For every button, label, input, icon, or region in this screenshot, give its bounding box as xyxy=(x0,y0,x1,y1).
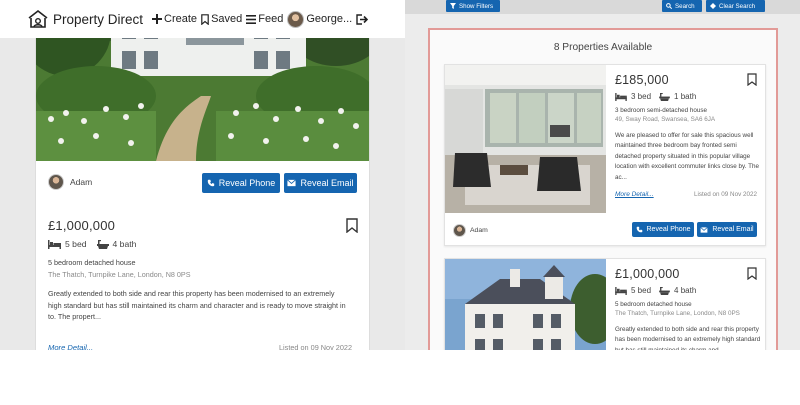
more-detail-link[interactable]: More Detail... xyxy=(615,191,654,198)
bath-icon xyxy=(96,239,109,249)
listing-meta: 5 bed 4 bath xyxy=(48,239,136,249)
bath-count: 1 bath xyxy=(674,92,697,101)
envelope-icon xyxy=(287,179,297,187)
bath-icon xyxy=(659,92,670,101)
agent-info: Adam xyxy=(48,174,92,190)
property-address: The Thatch, Turnpike Lane, London, N8 0P… xyxy=(48,270,191,279)
bath-count: 4 bath xyxy=(674,286,697,295)
top-navbar: Property Direct Create Saved Feed George… xyxy=(0,0,405,38)
brand-name: Property Direct xyxy=(53,11,144,27)
house-logo-icon xyxy=(28,9,48,28)
menu-icon xyxy=(246,14,257,24)
nav-create-label: Create xyxy=(164,13,198,25)
search-button[interactable]: Search xyxy=(662,0,702,12)
living-room-image xyxy=(445,65,606,213)
bed-count: 3 bed xyxy=(631,92,652,101)
agent-name: Adam xyxy=(70,177,93,187)
bookmark-icon[interactable] xyxy=(346,218,358,233)
reveal-email-label: Reveal Email xyxy=(300,178,354,188)
listed-date: Listed on 09 Nov 2022 xyxy=(694,191,758,198)
bed-icon xyxy=(615,92,627,101)
property-address: 49, Sway Road, Swansea, SA6 6JA xyxy=(615,116,716,123)
nav-saved[interactable]: Saved xyxy=(201,13,242,25)
results-count-title: 8 Properties Available xyxy=(553,42,653,53)
reveal-email-button[interactable]: Reveal Email xyxy=(284,173,357,193)
reveal-phone-button[interactable]: Reveal Phone xyxy=(632,222,694,237)
property-description: We are pleased to offer for sale this sp… xyxy=(615,132,759,181)
bed-count: 5 bed xyxy=(631,286,652,295)
reveal-phone-label: Reveal Phone xyxy=(646,226,691,233)
bed-icon xyxy=(615,286,627,295)
eraser-icon xyxy=(710,3,716,9)
clear-search-label: Clear Search xyxy=(719,2,756,10)
phone-icon xyxy=(207,179,214,187)
logout-icon xyxy=(356,13,369,25)
listing-card: £185,000 3 bed 1 bath 3 bedroom semi-det… xyxy=(444,64,766,246)
reveal-phone-button[interactable]: Reveal Phone xyxy=(202,173,280,193)
show-filters-button[interactable]: Show Filters xyxy=(446,0,500,12)
listing-price: £185,000 xyxy=(615,73,669,87)
agent-info: Adam xyxy=(453,224,488,237)
nav-saved-label: Saved xyxy=(211,13,243,25)
property-photo[interactable] xyxy=(445,259,606,350)
desktop-view: Show Filters Search Clear Search 8 Prope… xyxy=(405,0,800,350)
bath-icon xyxy=(659,286,670,295)
nav-profile[interactable]: George... xyxy=(287,10,353,28)
clear-search-button[interactable]: Clear Search xyxy=(706,0,765,12)
filter-icon xyxy=(450,3,456,9)
listing-card: £1,000,000 5 bed 4 bath 5 bedroom detach… xyxy=(35,207,370,367)
property-address: The Thatch, Turnpike Lane, London, N8 0P… xyxy=(615,310,740,317)
bookmark-icon[interactable] xyxy=(747,267,757,280)
nav-create[interactable]: Create xyxy=(152,13,197,25)
empty-area xyxy=(0,350,800,405)
reveal-phone-label: Reveal Phone xyxy=(218,178,276,188)
property-type: 5 bedroom detached house xyxy=(615,301,692,308)
user-avatar xyxy=(287,10,305,28)
bookmark-icon[interactable] xyxy=(747,73,757,86)
reveal-email-button[interactable]: Reveal Email xyxy=(697,222,757,237)
agent-name: Adam xyxy=(470,227,488,234)
property-description: Greatly extended to both side and rear t… xyxy=(48,289,346,322)
reveal-email-label: Reveal Email xyxy=(712,226,754,233)
listing-card: £1,000,000 5 bed 4 bath 5 bedroom detach… xyxy=(444,258,766,350)
property-photo[interactable] xyxy=(445,65,606,213)
bookmark-icon xyxy=(201,13,209,25)
phone-icon xyxy=(636,226,642,233)
brand[interactable]: Property Direct xyxy=(27,9,152,29)
filter-bar: Show Filters Search Clear Search xyxy=(405,0,800,14)
mobile-view: Adam Reveal Phone Reveal Email £1,000,00… xyxy=(0,0,405,405)
nav-logout[interactable] xyxy=(356,13,369,25)
bed-icon xyxy=(48,239,61,249)
listing-price: £1,000,000 xyxy=(48,218,116,233)
listing-meta: 3 bed 1 bath xyxy=(615,92,696,101)
search-icon xyxy=(666,3,672,9)
search-label: Search xyxy=(675,2,695,10)
property-type: 3 bedroom semi-detached house xyxy=(615,107,708,114)
nav-feed-label: Feed xyxy=(258,13,284,25)
show-filters-label: Show Filters xyxy=(459,2,494,10)
listing-meta: 5 bed 4 bath xyxy=(615,286,696,295)
plus-icon xyxy=(152,14,163,24)
bed-count: 5 bed xyxy=(65,239,87,249)
bath-count: 4 bath xyxy=(112,239,137,249)
nav-profile-label: George... xyxy=(306,13,353,25)
property-type: 5 bedroom detached house xyxy=(48,258,136,267)
agent-avatar xyxy=(48,174,64,190)
listing-price: £1,000,000 xyxy=(615,267,680,281)
agent-avatar xyxy=(453,224,466,237)
property-description: Greatly extended to both side and rear t… xyxy=(615,326,761,350)
results-container: 8 Properties Available £185,000 3 bed 1 … xyxy=(428,28,778,350)
envelope-icon xyxy=(700,226,708,233)
nav-feed[interactable]: Feed xyxy=(246,13,283,25)
house-exterior-image xyxy=(445,259,606,350)
